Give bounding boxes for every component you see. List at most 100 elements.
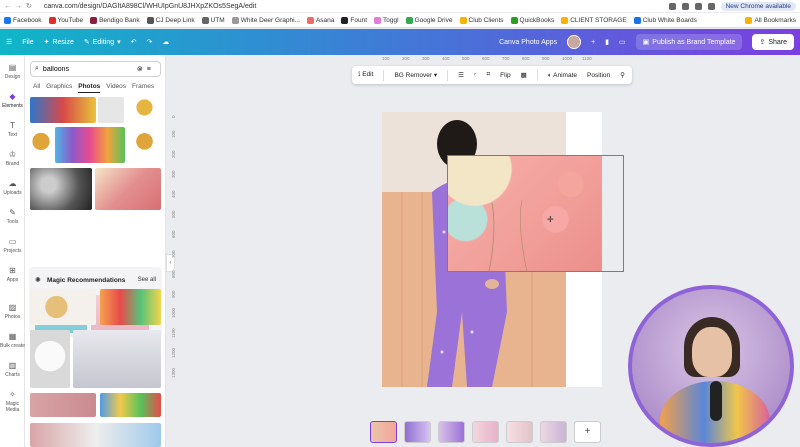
- bookmark[interactable]: CJ Deep Link: [146, 16, 195, 24]
- youtube-icon: [48, 16, 56, 24]
- tab-all[interactable]: All: [33, 83, 40, 93]
- search-result-tile[interactable]: [30, 393, 96, 417]
- page-thumbnail[interactable]: [370, 421, 397, 443]
- tab-videos[interactable]: Videos: [106, 83, 126, 93]
- resize-button[interactable]: ✦ Resize: [44, 38, 74, 47]
- search-result-tile[interactable]: [100, 289, 161, 325]
- crop-icon[interactable]: ⌗: [486, 71, 490, 79]
- menu-icon[interactable]: ☰: [6, 38, 12, 46]
- search-result-tile[interactable]: [30, 423, 161, 447]
- reload-icon[interactable]: ↻: [26, 2, 32, 10]
- left-rail: ▤ Design ◆ Elements T Text ♔ Brand ☁ Uploads …: [0, 55, 25, 447]
- elements-panel: ⌕ ⊗ ≡ All Graphics Photos Videos Frames …: [25, 55, 166, 447]
- see-all-link[interactable]: See all: [138, 277, 156, 283]
- search-result-tile[interactable]: [30, 168, 92, 210]
- search-result-tile[interactable]: [30, 97, 96, 123]
- bookmark[interactable]: YouTube: [48, 16, 83, 24]
- tab-photos[interactable]: Photos: [78, 83, 101, 93]
- folder-icon: [561, 16, 569, 24]
- extension-icon[interactable]: [681, 2, 689, 10]
- corner-rounding-icon[interactable]: ◜: [474, 71, 477, 79]
- transparency-icon[interactable]: ▩: [521, 71, 527, 79]
- page-thumbnail[interactable]: [540, 421, 567, 443]
- design-title[interactable]: Canva Photo Apps: [499, 39, 557, 46]
- address-field[interactable]: canva.com/design/DAGItA898Cl/WHUIpGnU8JH…: [44, 3, 256, 10]
- page-thumbnail[interactable]: [438, 421, 465, 443]
- redo-icon[interactable]: ↷: [147, 38, 153, 46]
- bookmark[interactable]: Asana: [306, 16, 334, 24]
- rail-item-design[interactable]: ▤ Design: [0, 63, 25, 80]
- page-thumbnail[interactable]: [404, 421, 431, 443]
- bookmark[interactable]: Club White Boards: [633, 16, 697, 24]
- extension-icon[interactable]: [668, 2, 676, 10]
- rail-item-uploads[interactable]: ☁ Uploads: [0, 179, 25, 196]
- border-style-icon[interactable]: ☰: [458, 71, 464, 79]
- extension-icon[interactable]: [707, 2, 715, 10]
- add-page-button[interactable]: +: [574, 421, 601, 443]
- search-result-tile[interactable]: [128, 97, 161, 123]
- position-button[interactable]: Position: [587, 72, 610, 79]
- rail-item-tools[interactable]: ✎ Tools: [0, 208, 25, 225]
- search-result-tile[interactable]: [73, 330, 161, 388]
- publish-template-button[interactable]: ▣ Publish as Brand Template: [635, 34, 743, 50]
- rail-item-brand[interactable]: ♔ Brand: [0, 150, 25, 167]
- rail-item-bulk-create[interactable]: ▦ Bulk create: [0, 332, 25, 349]
- flip-button[interactable]: Flip: [500, 72, 510, 79]
- selection-frame[interactable]: [447, 155, 624, 272]
- rail-item-apps[interactable]: ⊞ Apps: [0, 266, 25, 283]
- undo-icon[interactable]: ↶: [131, 38, 137, 46]
- rail-item-elements[interactable]: ◆ Elements: [0, 92, 25, 109]
- forward-icon[interactable]: →: [15, 3, 22, 10]
- search-result-tile[interactable]: [98, 97, 124, 123]
- bookmarks-bar: Facebook YouTube Bendigo Bank CJ Deep Li…: [0, 13, 800, 28]
- editing-mode-button[interactable]: ✎ Editing ▾: [84, 38, 121, 47]
- rail-item-projects[interactable]: ▭ Projects: [0, 237, 25, 254]
- extension-icon[interactable]: [694, 2, 702, 10]
- animate-button[interactable]: ◐ Animate: [548, 72, 577, 79]
- magic-title: Magic Recommendations: [47, 277, 126, 284]
- toggl-icon: [374, 16, 382, 24]
- bookmark[interactable]: Club Clients: [459, 16, 504, 24]
- bookmark[interactable]: Toggl: [374, 16, 399, 24]
- filter-icon[interactable]: ≡: [147, 66, 151, 73]
- rail-item-photos[interactable]: ▨ Photos: [0, 303, 25, 320]
- search-input[interactable]: [42, 65, 133, 73]
- back-icon[interactable]: ←: [4, 3, 11, 10]
- add-collaborator-icon[interactable]: +: [591, 39, 595, 46]
- search-result-tile[interactable]: [55, 127, 125, 163]
- bookmark[interactable]: CLIENT STORAGE: [561, 16, 627, 24]
- bookmark[interactable]: QuickBooks: [510, 16, 554, 24]
- page-thumbnail[interactable]: [506, 421, 533, 443]
- bookmark[interactable]: Fount: [341, 16, 367, 24]
- search-result-tile[interactable]: [128, 127, 161, 163]
- file-menu-button[interactable]: File: [22, 39, 33, 46]
- share-button[interactable]: ⇪ Share: [752, 34, 794, 50]
- bookmark[interactable]: Google Drive: [405, 16, 453, 24]
- rail-item-text[interactable]: T Text: [0, 121, 25, 138]
- search-result-tile[interactable]: [100, 393, 161, 417]
- rail-item-charts[interactable]: ▥ Charts: [0, 361, 25, 378]
- bookmark[interactable]: White Deer Graphi...: [231, 16, 300, 24]
- bookmark[interactable]: UTM: [201, 16, 225, 24]
- search-result-tile[interactable]: [30, 289, 96, 325]
- search-result-tile[interactable]: [30, 330, 70, 388]
- clear-icon[interactable]: ⊗: [137, 65, 143, 73]
- avatar[interactable]: [567, 35, 582, 49]
- tab-graphics[interactable]: Graphics: [46, 83, 72, 93]
- all-bookmarks-button[interactable]: All Bookmarks: [745, 16, 796, 24]
- bg-remover-button[interactable]: BG Remover ▾: [394, 71, 437, 79]
- comment-icon[interactable]: ▭: [619, 38, 626, 46]
- rail-item-magic-media[interactable]: ✧ Magic Media: [0, 390, 25, 413]
- paint-format-icon[interactable]: ⚲: [620, 71, 625, 79]
- page-thumbnail[interactable]: [472, 421, 499, 443]
- elements-icon: ◆: [9, 92, 16, 101]
- search-result-tile[interactable]: [30, 127, 52, 163]
- bookmark[interactable]: Facebook: [4, 16, 42, 24]
- search-box[interactable]: ⌕ ⊗ ≡: [30, 61, 161, 77]
- tab-frames[interactable]: Frames: [132, 83, 154, 93]
- search-result-tile[interactable]: [95, 168, 161, 210]
- analytics-icon[interactable]: ▮: [605, 38, 609, 46]
- edit-button[interactable]: ⟟ Edit: [358, 71, 373, 79]
- chrome-update-button[interactable]: New Chrome available: [720, 1, 796, 11]
- bookmark[interactable]: Bendigo Bank: [90, 16, 140, 24]
